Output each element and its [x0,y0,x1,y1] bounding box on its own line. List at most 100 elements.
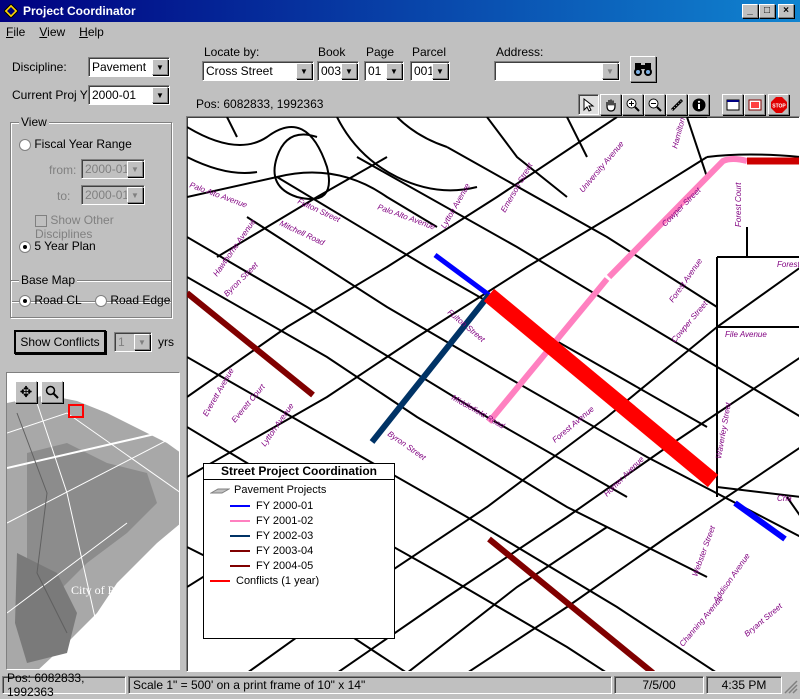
window-icon [726,99,739,110]
conflicts-years-select[interactable]: 1 ▼ [114,332,152,352]
from-select[interactable]: 2000-01 ▼ [81,159,145,179]
measure-tool[interactable] [666,94,687,115]
resize-grip-icon[interactable] [784,680,798,694]
overview-city-label: City of Palo Alto [71,583,153,597]
stop-button[interactable]: STOP [768,94,789,115]
locate-label: Locate by: [204,45,260,59]
menu-help[interactable]: Help [79,25,104,39]
discipline-value: Pavement [92,60,147,74]
find-button[interactable] [630,56,656,82]
five-year-radio[interactable]: 5 Year Plan [19,239,96,253]
street-label: Palo Alto Avenue [376,202,437,231]
new-window-tool[interactable] [722,94,743,115]
parcel-select[interactable]: 001 ▼ [410,61,450,81]
status-bar: Pos: 6082833, 1992363 Scale 1" = 500' on… [0,671,800,699]
window-title: Project Coordinator [23,4,136,18]
street-label: Cha [777,494,792,503]
street-label: Forest Court [734,182,743,227]
overview-map[interactable]: ✥ City of Palo Alto [6,372,180,670]
from-label: from: [49,163,77,177]
chevron-down-icon[interactable]: ▼ [127,187,143,203]
road-edge-radio[interactable]: Road Edge [95,293,170,307]
chevron-down-icon[interactable]: ▼ [432,63,448,79]
segment-fy2002-03[interactable] [369,293,492,444]
close-button[interactable]: × [778,4,794,18]
menu-view[interactable]: View [39,25,65,39]
basemap-group: Base Map Road CL Road Edge [10,273,172,318]
street-label: Channing Avenue [678,594,726,649]
pan-icon[interactable]: ✥ [15,381,37,403]
legend-item: FY 2002-03 [230,530,313,542]
position-readout: Pos: 6082833, 1992363 [196,97,324,111]
chevron-down-icon[interactable]: ▼ [296,63,312,79]
address-select[interactable]: ▼ [494,61,620,81]
legend-group-label: Pavement Projects [234,484,327,496]
page-select[interactable]: 01 ▼ [364,61,404,81]
zoom-in-icon [626,98,640,112]
segment-fy2004-05[interactable] [487,536,655,672]
legend-item: FY 2003-04 [230,545,313,557]
chevron-down-icon[interactable]: ▼ [134,334,150,350]
show-other-checkbox[interactable]: Show Other Disciplines [35,213,171,241]
legend-item: FY 2001-02 [230,515,313,527]
chevron-down-icon[interactable]: ▼ [386,63,402,79]
chevron-down-icon[interactable]: ▼ [127,161,143,177]
pan-tool[interactable] [600,94,621,115]
legend-item-label: FY 2000-01 [256,500,314,512]
maximize-button[interactable]: □ [759,4,775,18]
segment-fy2000-01[interactable] [433,252,491,298]
street-label: University Avenue [578,139,626,194]
app-icon [4,4,18,18]
pavement-icon [210,488,230,494]
legend-group: Pavement Projects [210,484,326,496]
print-tool[interactable] [744,94,765,115]
to-select[interactable]: 2000-01 ▼ [81,185,145,205]
chevron-down-icon[interactable]: ▼ [341,63,357,79]
zoom-icon[interactable] [41,381,63,403]
street-label: Emerson Street [499,161,535,214]
segment-fy2001-02[interactable] [606,156,748,280]
show-conflicts-button[interactable]: Show Conflicts [14,330,106,354]
map-legend: Street Project Coordination Pavement Pro… [203,463,395,639]
segment-fy2000-01-b[interactable] [733,500,787,542]
radio-icon[interactable] [19,294,31,307]
segment-fy2003-04[interactable] [187,290,315,398]
chevron-down-icon[interactable]: ▼ [152,59,168,75]
proj-yr-select[interactable]: 2000-01 ▼ [88,85,170,105]
street-label: Byron Street [222,260,260,298]
locate-select[interactable]: Cross Street ▼ [202,61,314,81]
discipline-select[interactable]: Pavement ▼ [88,57,170,77]
book-select[interactable]: 003 ▼ [317,61,359,81]
menu-file[interactable]: File [6,25,25,39]
chevron-down-icon[interactable]: ▼ [602,63,618,79]
locate-toolbar: Locate by: Cross Street ▼ Book 003 ▼ Pag… [186,42,800,90]
overview-map-graphic [7,373,179,669]
checkbox-icon[interactable] [35,214,47,227]
view-group-title: View [19,115,49,129]
street-label: Homer Avenue [602,454,646,498]
page-label: Page [366,45,395,59]
pointer-tool[interactable] [578,94,599,115]
chevron-down-icon[interactable]: ▼ [152,87,168,103]
locate-value: Cross Street [206,64,273,78]
book-label: Book [318,45,346,59]
road-edge-label: Road Edge [110,293,171,307]
map-view[interactable]: Palo Alto Avenue Mitchell Road Palo Alto A… [186,116,800,672]
legend-item-label: FY 2003-04 [256,545,314,557]
radio-icon[interactable] [19,240,31,253]
fiscal-range-radio[interactable]: Fiscal Year Range [19,137,132,151]
street-label: Forest [777,260,800,269]
radio-icon[interactable] [95,294,107,307]
minimize-button[interactable]: _ [742,4,758,18]
road-cl-label: Road CL [34,293,82,307]
street-label: Byron Street [386,429,428,462]
info-tool[interactable] [688,94,709,115]
basemap-group-title: Base Map [19,273,78,287]
zoom-out-tool[interactable] [644,94,665,115]
zoom-in-tool[interactable] [622,94,643,115]
road-cl-radio[interactable]: Road CL [19,293,82,307]
segment-conflict[interactable] [483,288,719,488]
title-bar: Project Coordinator _ □ × [0,0,800,22]
radio-icon[interactable] [19,138,31,151]
street-label: Fulton Street [296,197,342,225]
